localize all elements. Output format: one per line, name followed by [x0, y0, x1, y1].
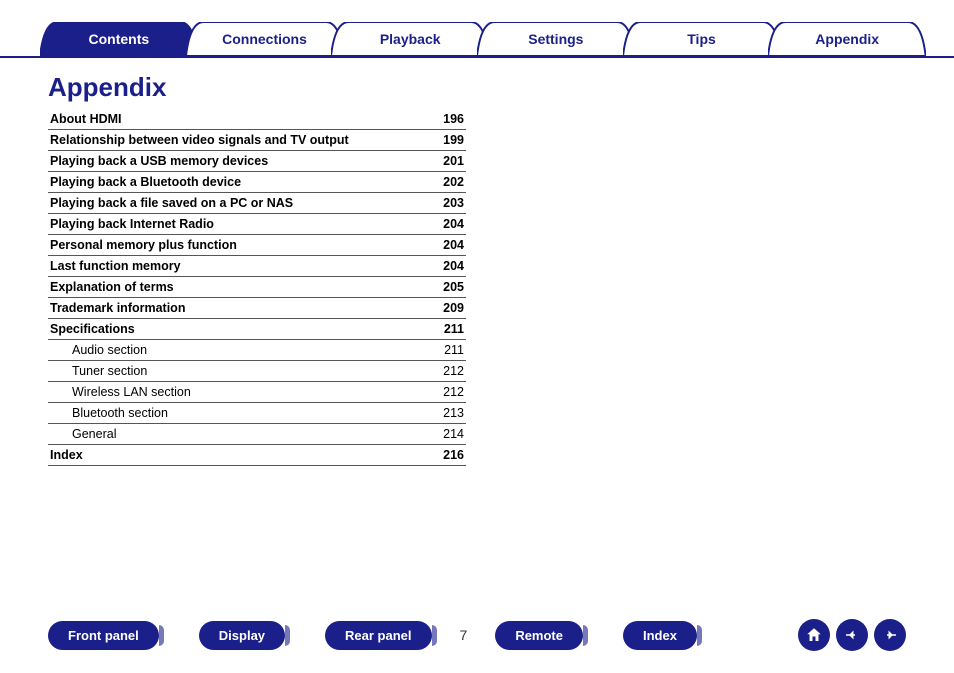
prev-page-icon[interactable]	[836, 619, 868, 651]
toc-row[interactable]: Trademark information 209	[48, 298, 466, 319]
toc-page: 201	[443, 154, 464, 168]
page-title: Appendix	[48, 72, 954, 103]
toc-row[interactable]: About HDMI 196	[48, 109, 466, 130]
tab-tips[interactable]: Tips	[623, 22, 781, 56]
toc-page: 213	[443, 406, 464, 420]
toc-label: Relationship between video signals and T…	[50, 133, 349, 147]
toc-page: 204	[443, 217, 464, 231]
toc-page: 199	[443, 133, 464, 147]
toc-label: Personal memory plus function	[50, 238, 237, 252]
page-number: 7	[460, 627, 468, 643]
display-button[interactable]: Display	[199, 621, 285, 650]
toc-label: Tuner section	[72, 364, 147, 378]
toc-row[interactable]: Personal memory plus function 204	[48, 235, 466, 256]
toc-page: 212	[443, 364, 464, 378]
tab-appendix[interactable]: Appendix	[768, 22, 926, 56]
next-page-icon[interactable]	[874, 619, 906, 651]
toc-page: 203	[443, 196, 464, 210]
toc-page: 211	[444, 343, 464, 357]
toc-row[interactable]: Last function memory 204	[48, 256, 466, 277]
top-tabs: Contents Connections Playback Settings T…	[0, 0, 954, 58]
remote-button[interactable]: Remote	[495, 621, 583, 650]
toc-page: 202	[443, 175, 464, 189]
toc-label: Playing back a file saved on a PC or NAS	[50, 196, 293, 210]
toc-label: Wireless LAN section	[72, 385, 191, 399]
toc-page: 204	[443, 259, 464, 273]
toc-label: Specifications	[50, 322, 135, 336]
toc-label: Playing back a USB memory devices	[50, 154, 268, 168]
toc-page: 216	[443, 448, 464, 462]
toc-label: Last function memory	[50, 259, 181, 273]
toc-page: 214	[443, 427, 464, 441]
tab-settings[interactable]: Settings	[477, 22, 635, 56]
toc-row[interactable]: Relationship between video signals and T…	[48, 130, 466, 151]
toc-row[interactable]: Bluetooth section 213	[48, 403, 466, 424]
toc-label: Playing back Internet Radio	[50, 217, 214, 231]
toc-row[interactable]: Explanation of terms 205	[48, 277, 466, 298]
toc-page: 196	[443, 112, 464, 126]
front-panel-button[interactable]: Front panel	[48, 621, 159, 650]
toc-label: Audio section	[72, 343, 147, 357]
toc-page: 205	[443, 280, 464, 294]
toc-row[interactable]: Audio section 211	[48, 340, 466, 361]
tab-contents[interactable]: Contents	[40, 22, 198, 56]
home-icon[interactable]	[798, 619, 830, 651]
toc-row[interactable]: General 214	[48, 424, 466, 445]
toc-label: General	[72, 427, 116, 441]
toc-row[interactable]: Specifications 211	[48, 319, 466, 340]
toc-page: 204	[443, 238, 464, 252]
toc-row[interactable]: Index 216	[48, 445, 466, 466]
bottom-nav: Front panel Display Rear panel 7 Remote …	[0, 619, 954, 651]
tab-connections[interactable]: Connections	[186, 22, 344, 56]
toc-page: 211	[444, 322, 464, 336]
toc-row[interactable]: Playing back a file saved on a PC or NAS…	[48, 193, 466, 214]
toc-row[interactable]: Wireless LAN section 212	[48, 382, 466, 403]
toc-label: Trademark information	[50, 301, 185, 315]
toc-row[interactable]: Playing back a USB memory devices 201	[48, 151, 466, 172]
rear-panel-button[interactable]: Rear panel	[325, 621, 431, 650]
toc-row[interactable]: Playing back a Bluetooth device 202	[48, 172, 466, 193]
toc-row[interactable]: Playing back Internet Radio 204	[48, 214, 466, 235]
toc-label: Playing back a Bluetooth device	[50, 175, 241, 189]
toc-page: 209	[443, 301, 464, 315]
tab-playback[interactable]: Playback	[331, 22, 489, 56]
toc-label: Index	[50, 448, 83, 462]
toc-label: About HDMI	[50, 112, 122, 126]
toc-label: Bluetooth section	[72, 406, 168, 420]
index-button[interactable]: Index	[623, 621, 697, 650]
toc-label: Explanation of terms	[50, 280, 174, 294]
toc-row[interactable]: Tuner section 212	[48, 361, 466, 382]
toc-page: 212	[443, 385, 464, 399]
table-of-contents: About HDMI 196 Relationship between video …	[48, 109, 466, 466]
